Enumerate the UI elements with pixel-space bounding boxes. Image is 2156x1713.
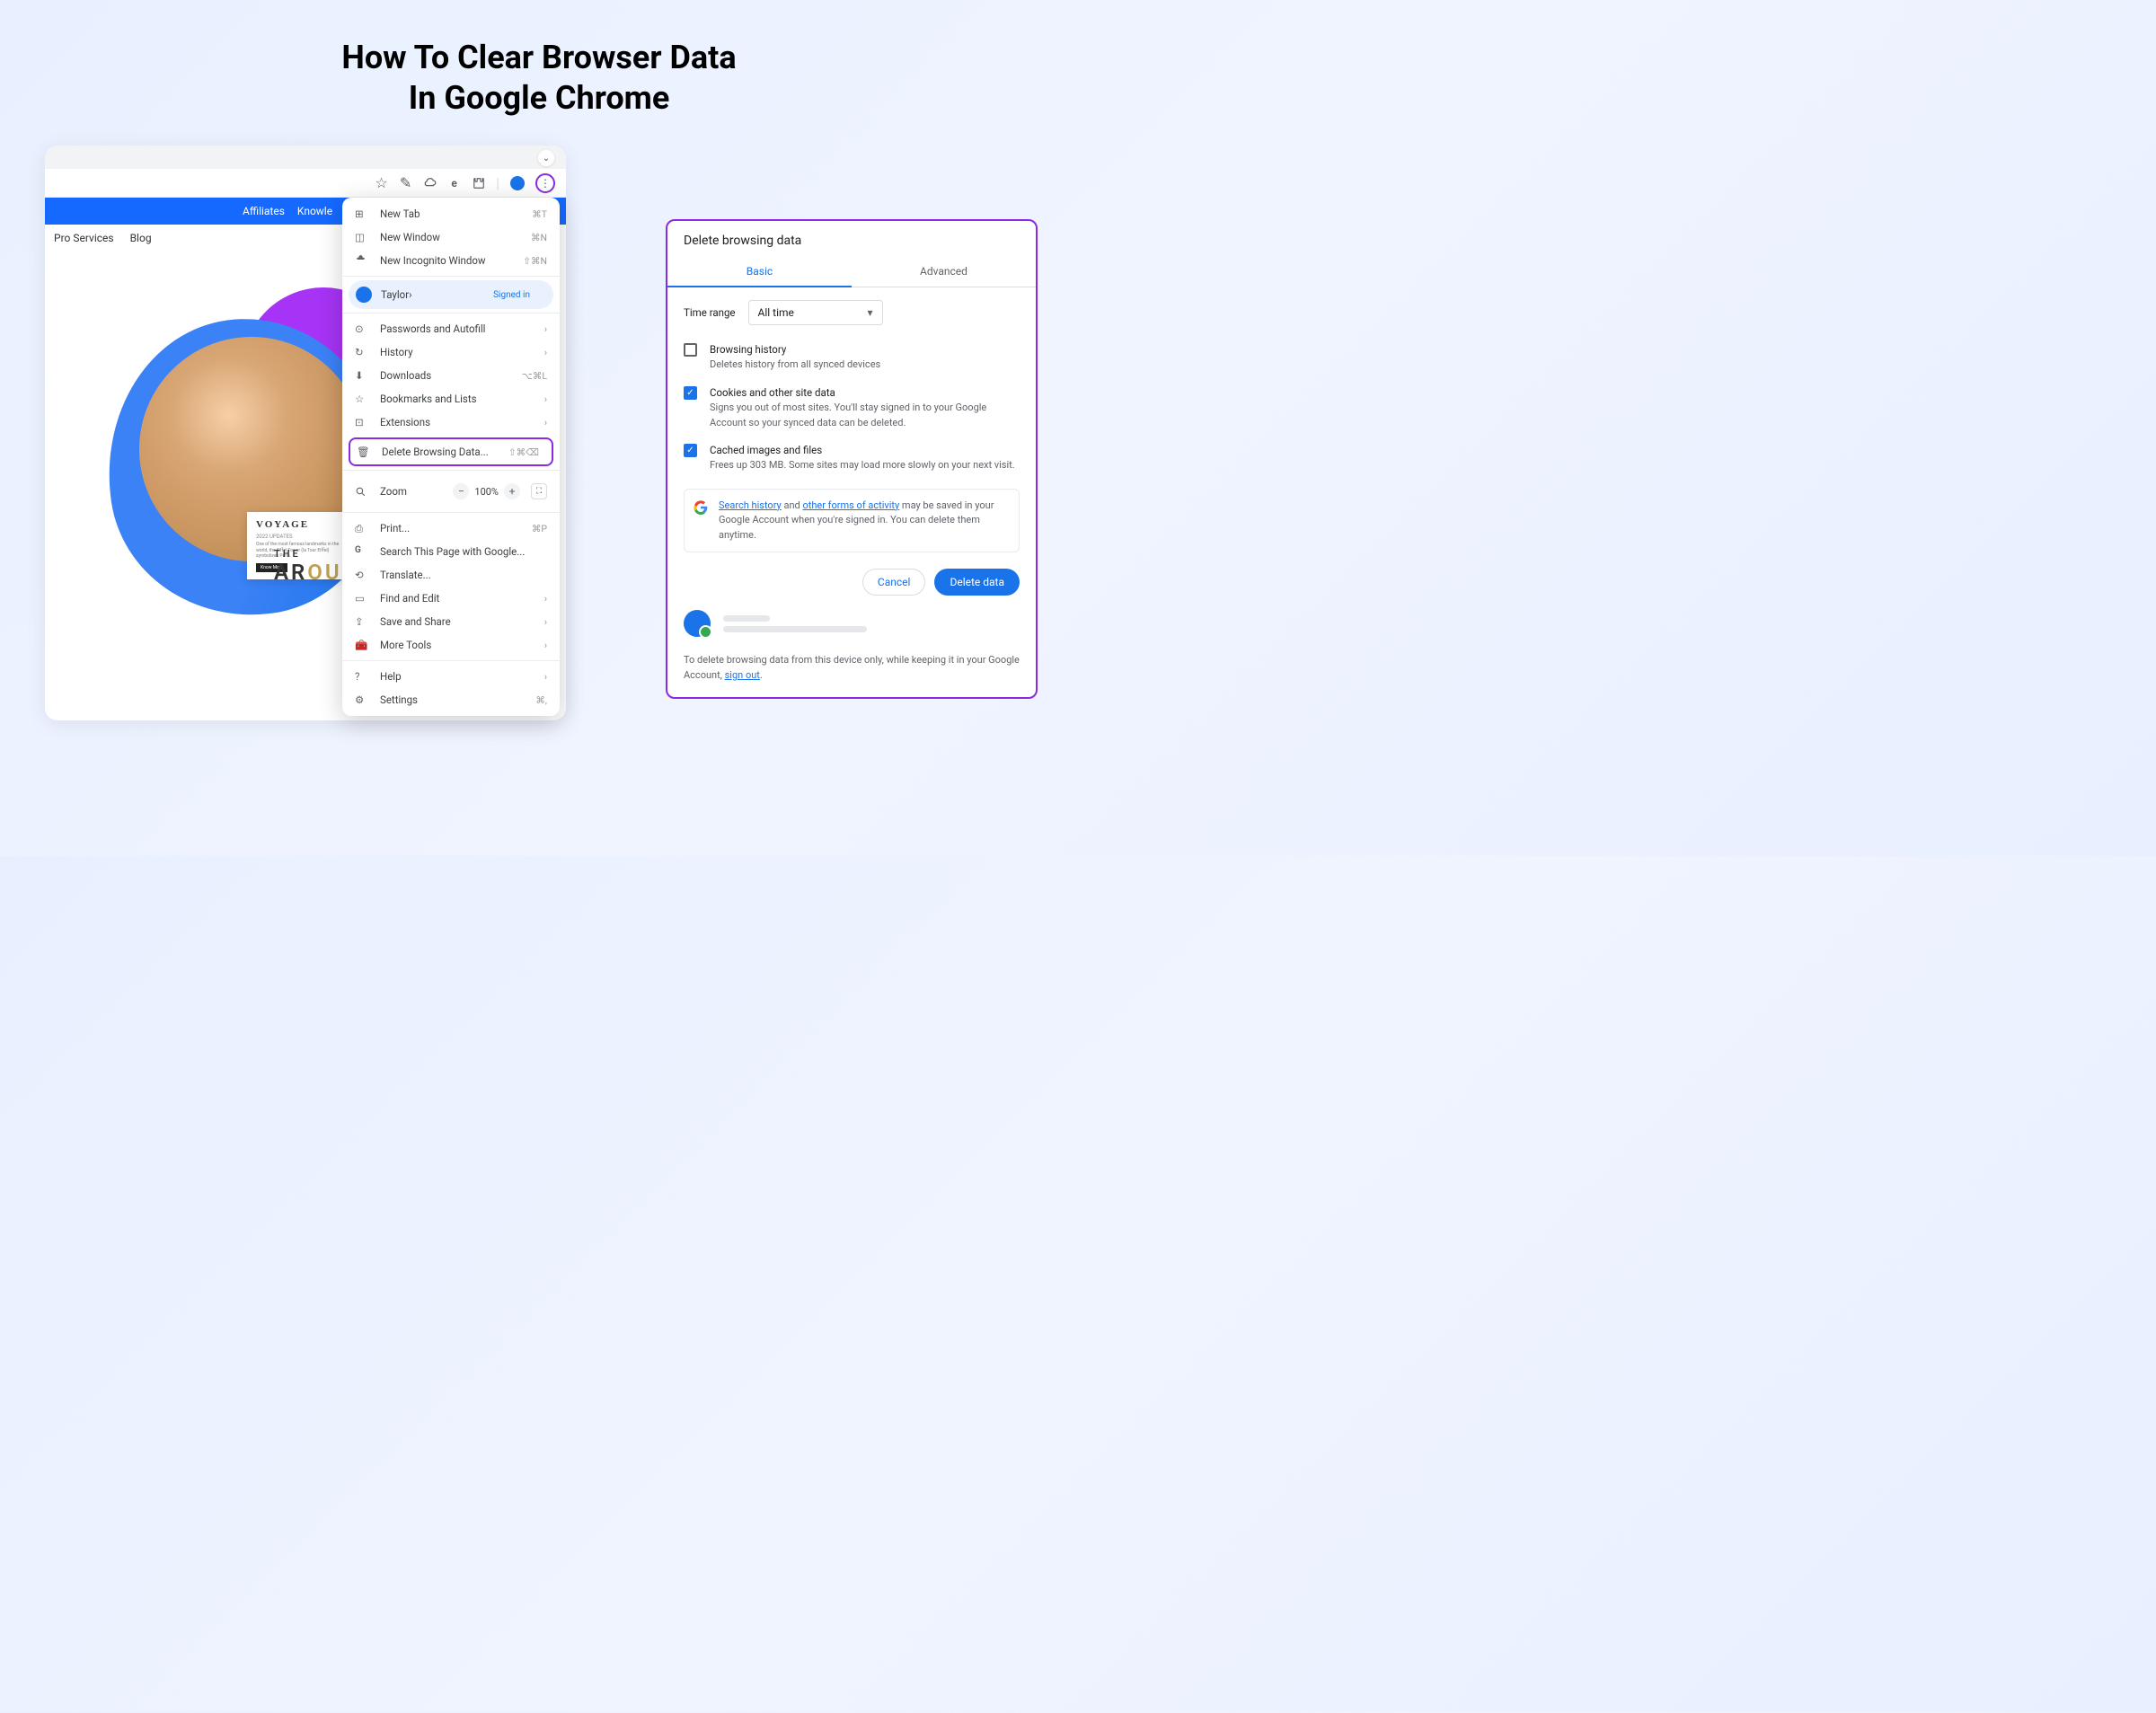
menu-delete-browsing-data[interactable]: 🗑Delete Browsing Data...⇧⌘⌫ <box>350 441 552 463</box>
tab-advanced[interactable]: Advanced <box>852 257 1036 287</box>
letter-icon[interactable]: e <box>447 176 461 190</box>
zoom-in-button[interactable]: + <box>504 483 520 499</box>
menu-find[interactable]: ▭Find and Edit› <box>342 587 560 610</box>
info-box: Search history and other forms of activi… <box>684 489 1020 553</box>
delete-data-button[interactable]: Delete data <box>934 569 1020 596</box>
profile-avatar[interactable] <box>510 176 525 190</box>
menu-bookmarks[interactable]: ☆Bookmarks and Lists› <box>342 387 560 411</box>
menu-extensions[interactable]: ⊡Extensions› <box>342 411 560 434</box>
menu-settings[interactable]: ⚙Settings⌘, <box>342 688 560 711</box>
star-icon[interactable]: ☆ <box>375 176 388 190</box>
checkbox-cookies[interactable]: ✓ Cookies and other site dataSigns you o… <box>667 379 1036 437</box>
tab-basic[interactable]: Basic <box>667 257 852 287</box>
google-icon <box>694 500 708 515</box>
menu-search-page[interactable]: GSearch This Page with Google... <box>342 540 560 563</box>
sign-out-link[interactable]: sign out <box>725 669 760 681</box>
menu-incognito[interactable]: New Incognito Window⇧⌘N <box>342 249 560 272</box>
zoom-out-button[interactable]: − <box>453 483 469 499</box>
dialog-title: Delete browsing data <box>667 221 1036 257</box>
nav-link[interactable]: Pro Services <box>54 232 114 244</box>
checkbox-browsing-history[interactable]: Browsing historyDeletes history from all… <box>667 336 1036 379</box>
cancel-button[interactable]: Cancel <box>862 569 926 596</box>
profile-avatar-icon <box>684 610 711 637</box>
chrome-menu: ⊞New Tab⌘T ◫New Window⌘N New Incognito W… <box>342 198 560 716</box>
menu-account[interactable]: TaylorSigned in› <box>349 280 553 309</box>
menu-downloads[interactable]: ⬇Downloads⌥⌘L <box>342 364 560 387</box>
menu-print[interactable]: ⎙Print...⌘P <box>342 517 560 540</box>
chevron-down-icon[interactable]: ⌄ <box>538 150 554 166</box>
menu-translate[interactable]: ⟲Translate... <box>342 563 560 587</box>
checkbox-icon[interactable]: ✓ <box>684 444 697 457</box>
checkbox-icon[interactable] <box>684 343 697 357</box>
menu-save-share[interactable]: ⇪Save and Share› <box>342 610 560 633</box>
footer-note: To delete browsing data from this device… <box>667 649 1036 686</box>
fullscreen-button[interactable]: ⛶ <box>531 483 547 499</box>
page-title: How To Clear Browser Data In Google Chro… <box>0 0 1078 146</box>
checkbox-icon[interactable]: ✓ <box>684 386 697 400</box>
search-history-link[interactable]: Search history <box>719 499 782 511</box>
nav-link[interactable]: Blog <box>130 232 152 244</box>
menu-history[interactable]: ↻History› <box>342 340 560 364</box>
checkbox-cache[interactable]: ✓ Cached images and filesFrees up 303 MB… <box>667 437 1036 480</box>
menu-help[interactable]: ?Help› <box>342 665 560 688</box>
menu-zoom: Zoom − 100% + ⛶ <box>342 474 560 508</box>
nav-link[interactable]: Knowle <box>297 205 332 217</box>
time-range-label: Time range <box>684 306 736 319</box>
other-activity-link[interactable]: other forms of activity <box>802 499 899 511</box>
menu-more-tools[interactable]: 🧰More Tools› <box>342 633 560 657</box>
zoom-value: 100% <box>474 486 499 498</box>
pen-icon[interactable]: ✎ <box>399 176 412 190</box>
delete-browsing-data-dialog: Delete browsing data Basic Advanced Time… <box>666 219 1038 699</box>
time-range-select[interactable]: All time▾ <box>748 300 883 325</box>
menu-new-window[interactable]: ◫New Window⌘N <box>342 225 560 249</box>
menu-delete-browsing-data-highlight: 🗑Delete Browsing Data...⇧⌘⌫ <box>349 437 553 466</box>
cloud-icon[interactable] <box>423 176 437 190</box>
menu-passwords[interactable]: ⊙Passwords and Autofill› <box>342 317 560 340</box>
puzzle-icon[interactable] <box>472 176 485 190</box>
overflow-menu-icon[interactable]: ⋮ <box>535 173 555 193</box>
menu-new-tab[interactable]: ⊞New Tab⌘T <box>342 202 560 225</box>
nav-link[interactable]: Affiliates <box>243 205 285 217</box>
profile-row <box>667 606 1036 649</box>
toolbar: ☆ ✎ e | ⋮ <box>45 169 566 198</box>
